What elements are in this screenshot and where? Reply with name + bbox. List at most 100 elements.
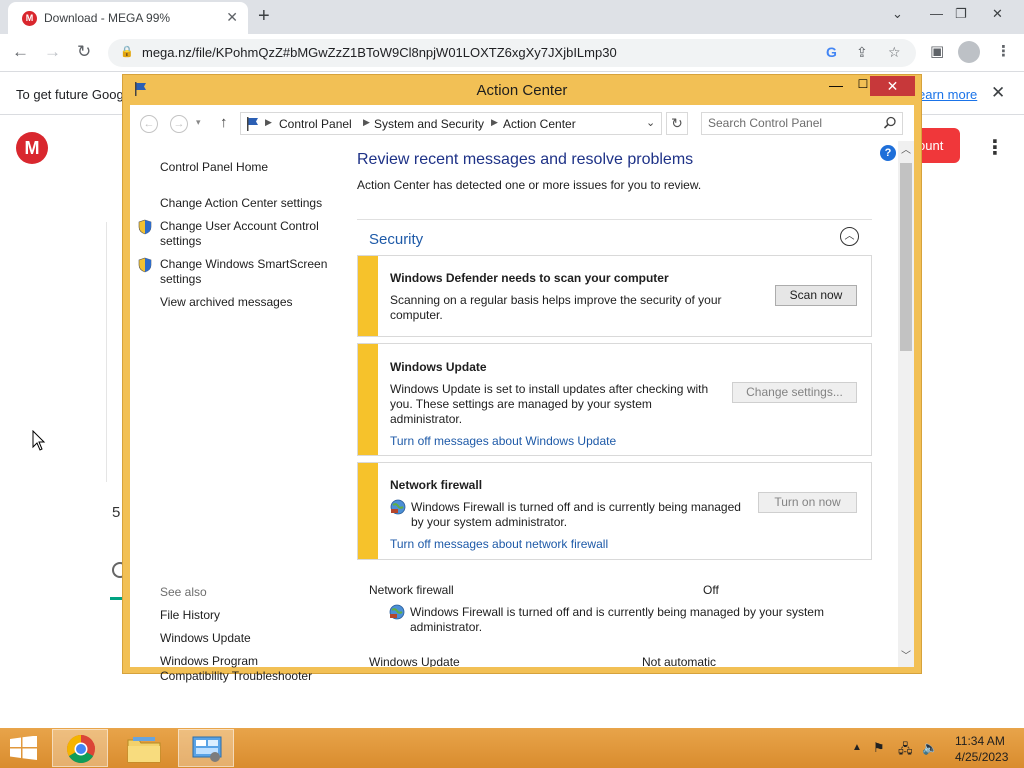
warning-bar: [358, 256, 378, 336]
collapse-chevron-up-icon[interactable]: ︿: [840, 227, 859, 246]
defender-body-line1: Scanning on a regular basis helps improv…: [390, 293, 722, 307]
bookmark-star-icon[interactable]: ☆: [888, 44, 901, 61]
control-panel-home-link[interactable]: Control Panel Home: [160, 160, 268, 175]
firewall-message-card: Network firewall Windows Firewall is tur…: [357, 462, 872, 560]
wu-body-line1: Windows Update is set to install updates…: [390, 382, 709, 396]
windows-update-status-label: Windows Update: [369, 655, 460, 667]
main-content-pane: Review recent messages and resolve probl…: [340, 141, 898, 667]
show-hidden-icons-icon[interactable]: ▲: [852, 742, 862, 753]
search-icon[interactable]: [883, 116, 897, 130]
turn-on-now-button[interactable]: Turn on now: [758, 492, 857, 513]
back-icon[interactable]: ←: [140, 115, 158, 133]
control-panel-flag-icon: [247, 117, 258, 131]
compatibility-troubleshooter-link[interactable]: Windows Program Compatibility Troublesho…: [160, 654, 312, 684]
address-dropdown-icon[interactable]: ⌄: [646, 116, 655, 129]
breadcrumb-action-center[interactable]: Action Center: [503, 117, 576, 131]
share-icon[interactable]: ⇪: [856, 44, 868, 61]
vertical-scrollbar[interactable]: ︿ ﹀: [898, 141, 914, 667]
lock-icon: 🔒: [120, 46, 134, 58]
defender-message-card: Windows Defender needs to scan your comp…: [357, 255, 872, 337]
windows-update-link[interactable]: Windows Update: [160, 631, 251, 646]
google-lens-icon[interactable]: G: [826, 44, 837, 60]
browser-restore-icon[interactable]: ❐: [955, 6, 967, 22]
wu-body-line3: administrator.: [390, 412, 463, 426]
search-input[interactable]: [708, 116, 878, 130]
browser-toolbar: ← → ↻ 🔒 mega.nz/file/KPohmQzZ#bMGwZzZ1BT…: [0, 34, 1024, 72]
smartscreen-link-line2: settings: [160, 272, 202, 286]
network-firewall-status-body: Windows Firewall is turned off and is cu…: [410, 605, 824, 635]
create-account-button[interactable]: ount: [918, 128, 960, 163]
minimize-icon[interactable]: —: [823, 77, 849, 97]
windows-start-icon[interactable]: [10, 736, 38, 760]
breadcrumb[interactable]: ▶ Control Panel ▶ System and Security ▶ …: [240, 112, 662, 135]
window-title: Action Center: [476, 82, 568, 99]
new-tab-icon[interactable]: +: [258, 5, 270, 28]
refresh-icon[interactable]: ↻: [666, 112, 688, 135]
file-explorer-taskbar-button[interactable]: [116, 729, 172, 767]
firewall-body-line1: Windows Firewall is turned off and is cu…: [411, 500, 741, 514]
turn-off-firewall-messages-link[interactable]: Turn off messages about network firewall: [390, 537, 608, 551]
clock-date[interactable]: 4/25/2023: [955, 750, 1008, 764]
tab-close-icon[interactable]: ✕: [226, 9, 238, 26]
change-action-center-settings-link[interactable]: Change Action Center settings: [160, 196, 322, 211]
status-body-line1: Windows Firewall is turned off and is cu…: [410, 605, 824, 619]
reload-icon[interactable]: ↻: [77, 42, 91, 62]
security-section-header[interactable]: Security: [369, 231, 423, 248]
breadcrumb-control-panel[interactable]: Control Panel: [279, 117, 352, 131]
browser-tab-mega[interactable]: M Download - MEGA 99% ✕: [8, 2, 248, 34]
forward-arrow-icon[interactable]: →: [44, 42, 61, 62]
volume-tray-icon[interactable]: 🔈: [922, 740, 938, 756]
file-history-link[interactable]: File History: [160, 608, 220, 623]
navigation-row: ← → ▾ ↑ ▶ Control Panel ▶ System and Sec…: [130, 105, 914, 141]
url-text[interactable]: mega.nz/file/KPohmQzZ#bMGwZzZ1BToW9Cl8np…: [142, 45, 617, 60]
uac-link-line2: settings: [160, 234, 202, 248]
up-arrow-icon[interactable]: ↑: [220, 114, 228, 131]
scroll-down-icon[interactable]: ﹀: [898, 649, 914, 665]
firewall-body-line2: by your system administrator.: [411, 515, 568, 529]
tab-search-chevron-icon[interactable]: ⌄: [892, 6, 903, 22]
clock-time[interactable]: 11:34 AM: [955, 734, 1005, 748]
breadcrumb-system-security[interactable]: System and Security: [374, 117, 484, 131]
mouse-cursor-icon: [32, 430, 46, 451]
network-tray-icon[interactable]: 🖧: [898, 740, 913, 762]
view-archived-messages-link[interactable]: View archived messages: [160, 295, 293, 310]
close-window-button[interactable]: ✕: [870, 76, 915, 96]
left-navigation-pane: Control Panel Home Change Action Center …: [130, 141, 340, 683]
window-client-area: ← → ▾ ↑ ▶ Control Panel ▶ System and Sec…: [130, 105, 914, 683]
compat-link-line1: Windows Program: [160, 654, 259, 668]
change-smartscreen-settings-link[interactable]: Change Windows SmartScreen settings: [160, 257, 327, 287]
browser-minimize-icon[interactable]: —: [930, 6, 943, 21]
windows-update-status-value: Not automatic: [642, 655, 717, 667]
window-titlebar[interactable]: Action Center — ☐ ✕: [123, 75, 921, 105]
change-settings-button[interactable]: Change settings...: [732, 382, 857, 403]
forward-icon[interactable]: →: [170, 115, 188, 133]
scan-now-button[interactable]: Scan now: [775, 285, 857, 306]
browser-close-icon[interactable]: ✕: [992, 6, 1003, 22]
back-arrow-icon[interactable]: ←: [12, 42, 29, 62]
action-center-flag-tray-icon[interactable]: ⚑: [873, 740, 885, 756]
firewall-message-body: Windows Firewall is turned off and is cu…: [411, 500, 741, 530]
network-firewall-status-value: Off: [703, 583, 719, 597]
search-control-panel[interactable]: [701, 112, 903, 135]
folder-icon: [127, 737, 161, 763]
scroll-up-icon[interactable]: ︿: [898, 143, 914, 159]
mega-logo[interactable]: M: [16, 132, 48, 164]
uac-link-line1: Change User Account Control: [160, 219, 319, 233]
taskbar: ▲ ⚑ 🖧 🔈 11:34 AM 4/25/2023: [0, 728, 1024, 768]
control-panel-taskbar-button[interactable]: [178, 729, 234, 767]
change-uac-settings-link[interactable]: Change User Account Control settings: [160, 219, 319, 249]
learn-more-link[interactable]: earn more: [918, 87, 977, 102]
mega-menu-icon[interactable]: ⋮: [985, 135, 1005, 160]
chrome-menu-icon[interactable]: ⋮: [996, 42, 1011, 60]
turn-off-wu-messages-link[interactable]: Turn off messages about Windows Update: [390, 434, 616, 448]
see-also-heading: See also: [160, 585, 207, 599]
scroll-thumb[interactable]: [900, 163, 912, 351]
side-panel-icon[interactable]: ▣: [930, 42, 944, 60]
tab-title: Download - MEGA 99%: [44, 11, 171, 25]
profile-avatar[interactable]: [958, 41, 980, 63]
chrome-taskbar-button[interactable]: [52, 729, 108, 767]
info-bar-close-icon[interactable]: ✕: [991, 83, 1005, 103]
recent-locations-icon[interactable]: ▾: [196, 117, 201, 128]
address-bar[interactable]: 🔒 mega.nz/file/KPohmQzZ#bMGwZzZ1BToW9Cl8…: [108, 39, 916, 67]
mega-favicon-icon: M: [22, 11, 37, 26]
